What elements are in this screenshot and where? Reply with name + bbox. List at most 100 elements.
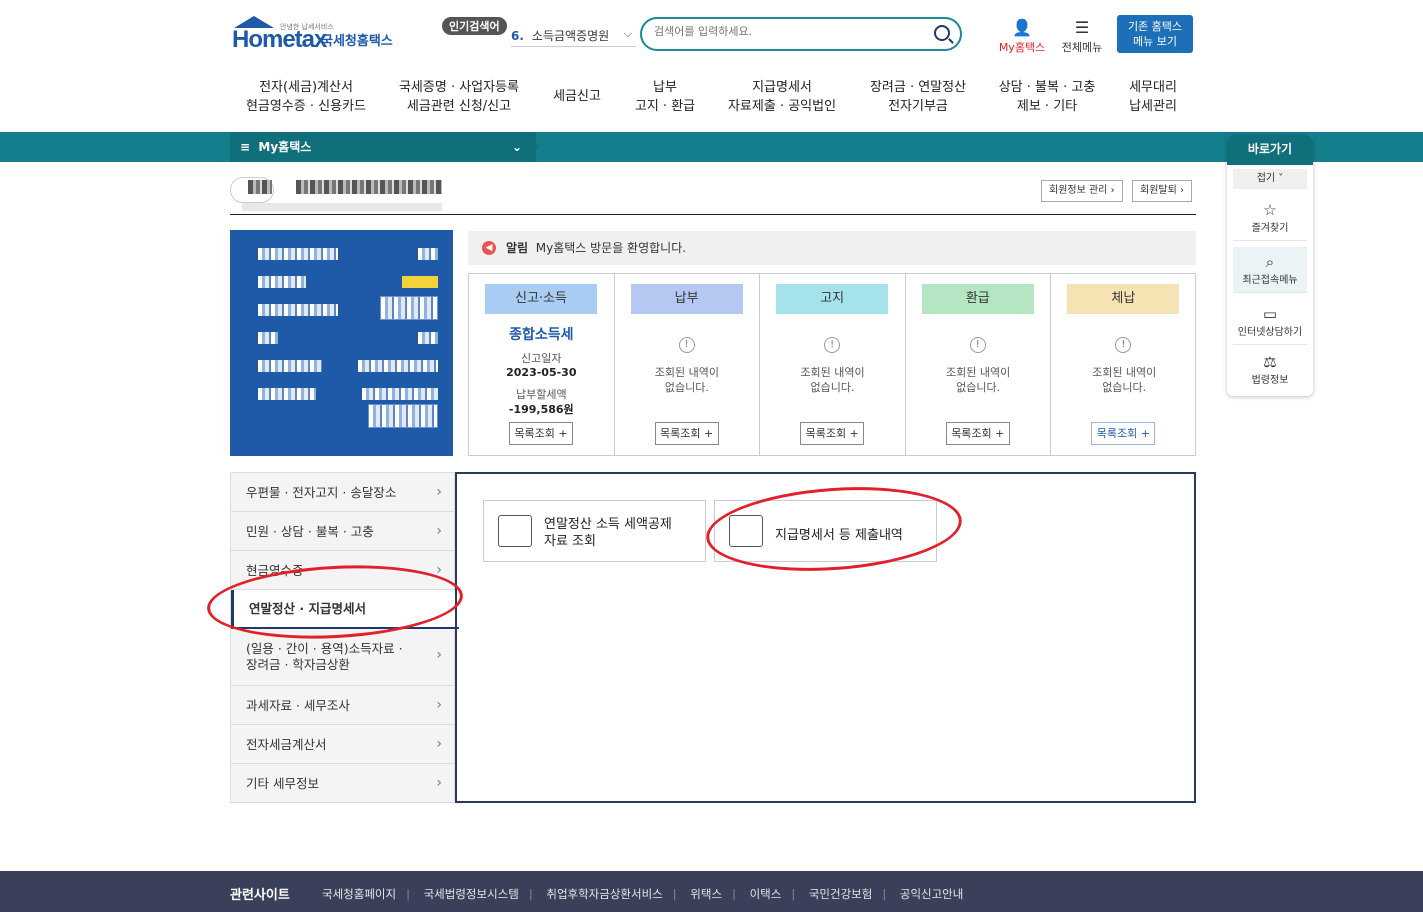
footer-separator: | [672, 887, 677, 901]
footer-title: 관련사이트 [230, 888, 290, 903]
search-box[interactable] [640, 17, 962, 51]
side-menu-item-mail[interactable]: 우편물 · 전자고지 · 송달장소 › [231, 473, 456, 512]
gnb-line2: 전자기부금 [888, 99, 948, 114]
blurred-button[interactable] [380, 296, 438, 320]
footer-link[interactable]: 공익신고안내 [900, 887, 963, 901]
old-hometax-line1: 기존 홈택스 [1127, 20, 1183, 33]
footer-link[interactable]: 국민건강보험 [809, 887, 872, 901]
quick-item-consult[interactable]: ▭ 인터넷상담하기 [1233, 299, 1307, 345]
side-menu-item-etc[interactable]: 기타 세무정보 › [231, 764, 456, 803]
amount-label: 납부할세액 [515, 388, 567, 401]
empty-msg-2: 없습니다. [810, 381, 855, 394]
location-label: My홈택스 [258, 140, 312, 154]
side-menu-label: 우편물 · 전자고지 · 송달장소 [246, 485, 397, 500]
gavel-icon: ⚖ [1263, 353, 1277, 371]
quick-links-panel: 바로가기 접기 ˅ ☆ 즐겨찾기 ⌕ 최근접속메뉴 ▭ 인터넷상담하기 ⚖ 법령정보 [1227, 135, 1313, 396]
tile-year-end-deduction[interactable]: 연말정산 소득 세액공제 자료 조회 [483, 500, 706, 562]
fold-button[interactable]: 접기 ˅ [1233, 169, 1307, 189]
user-profile-name [230, 175, 442, 213]
card-report: 신고·소득 종합소득세 신고일자 2023-05-30 납부할세액 -199,5… [469, 274, 615, 455]
empty-msg-1: 조회된 내역이 [945, 366, 1011, 379]
gnb-item-year-end[interactable]: 장려금 · 연말정산전자기부금 [862, 78, 974, 122]
old-hometax-menu-button[interactable]: 기존 홈택스 메뉴 보기 [1117, 15, 1193, 53]
footer-link[interactable]: 취업후학자금상환서비스 [546, 887, 662, 901]
old-hometax-line2: 메뉴 보기 [1133, 35, 1177, 48]
footer-separator: | [791, 887, 796, 901]
hamburger-icon: ☰ [1074, 18, 1090, 37]
blurred-name [248, 180, 272, 194]
side-menu-label: 장려금 · 학자금상환 [246, 657, 350, 672]
gnb-line2: 제보 · 기타 [1016, 99, 1078, 114]
footer-separator: | [732, 887, 736, 901]
blurred-value [362, 388, 438, 400]
logo-text: Hometax [232, 26, 327, 53]
blurred-value [418, 332, 438, 344]
quick-item-label: 즐겨찾기 [1251, 223, 1289, 234]
footer-link[interactable]: 위택스 [690, 887, 722, 901]
side-menu-item-e-invoice[interactable]: 전자세금계산서 › [231, 725, 456, 764]
menu-icon: ≡ [240, 140, 251, 154]
my-hometax-button[interactable]: 👤 My홈택스 [996, 17, 1048, 55]
recent-menu-icon: ⌕ [1265, 253, 1275, 271]
user-icon: 👤 [1012, 18, 1032, 37]
withdraw-label: 회원탈퇴 [1140, 185, 1177, 196]
info-icon: ! [1115, 337, 1132, 353]
info-icon: ! [969, 337, 986, 353]
card-refund: 환급 ! 조회된 내역이 없습니다. 목록조회 + [906, 274, 1052, 455]
gnb-line1: 국세증명 · 사업자등록 [398, 80, 520, 95]
list-view-button[interactable]: 목록조회 + [654, 422, 719, 445]
quick-item-law[interactable]: ⚖ 법령정보 [1233, 347, 1307, 393]
search-icon[interactable] [934, 25, 950, 41]
card-payment: 납부 ! 조회된 내역이 없습니다. 목록조회 + [615, 274, 761, 455]
date-label: 신고일자 [521, 352, 562, 365]
empty-msg-2: 없습니다. [664, 381, 709, 394]
popular-term-text: 소득금액증명원 [531, 29, 610, 43]
info-icon: ! [678, 337, 695, 353]
all-menu-button[interactable]: ☰ 전체메뉴 [1058, 17, 1106, 55]
gnb-line1: 전자(세금)계산서 [259, 80, 353, 95]
empty-msg-1: 조회된 내역이 [654, 366, 719, 379]
footer-separator: | [882, 887, 887, 901]
side-menu-item-audit[interactable]: 과세자료 · 세무조사 › [231, 686, 456, 725]
laptop-icon: ▭ [1262, 305, 1278, 323]
list-view-button[interactable]: 목록조회 + [509, 422, 573, 445]
gnb-item-consult[interactable]: 상담 · 불복 · 고충 제보 · 기타 [990, 78, 1104, 122]
footer-separator: | [406, 887, 410, 901]
member-info-button[interactable]: 회원정보 관리 › [1041, 180, 1123, 202]
list-view-button[interactable]: 목록조회 + [800, 422, 865, 445]
gnb-item-invoice[interactable]: 전자(세금)계산서 현금영수증 · 신용카드 [240, 78, 372, 122]
blurred-row [258, 248, 338, 260]
footer-link[interactable]: 이택스 [750, 887, 782, 901]
gnb-line1: 장려금 · 연말정산 [869, 80, 967, 95]
card-tax-type[interactable]: 종합소득세 [469, 324, 614, 344]
location-dropdown[interactable]: ≡ My홈택스 ⌄ [230, 132, 536, 162]
footer-links: 국세청홈페이지 | 국세법령정보시스템 | 취업후학자금상환서비스 | 위택스 | 이택… [322, 886, 973, 902]
card-arrears: 체납 ! 조회된 내역이 없습니다. 목록조회 + [1051, 274, 1197, 455]
gnb-item-tax-agent[interactable]: 세무대리 납세관리 [1116, 78, 1190, 122]
gnb-item-payment[interactable]: 납부 고지 · 환급 [626, 78, 704, 122]
blurred-row [258, 388, 316, 400]
list-view-button[interactable]: 목록조회 + [945, 422, 1010, 445]
gnb-line1: 세금신고 [553, 89, 601, 104]
card-title: 신고·소득 [485, 284, 597, 314]
side-menu-item-civil[interactable]: 민원 · 상담 · 불복 · 고충 › [231, 512, 456, 551]
quick-item-recent[interactable]: ⌕ 최근접속메뉴 [1233, 247, 1307, 293]
chevron-down-icon[interactable]: ⌵ [624, 27, 632, 41]
status-cards: 신고·소득 종합소득세 신고일자 2023-05-30 납부할세액 -199,5… [468, 273, 1196, 456]
gnb-item-payment-statement[interactable]: 지급명세서 자료제출 · 공익법인 [720, 78, 844, 122]
hometax-logo[interactable]: 안녕한 납세서비스 Hometax 국세청홈택스 [232, 14, 397, 54]
blurred-row [258, 276, 306, 288]
withdraw-button[interactable]: 회원탈퇴 › [1132, 180, 1192, 202]
blurred-button[interactable] [368, 404, 438, 428]
gnb-item-tax-report[interactable]: 세금신고 [544, 78, 610, 122]
search-input[interactable] [654, 25, 914, 38]
empty-msg-2: 없습니다. [956, 381, 1001, 394]
quick-item-favorites[interactable]: ☆ 즐겨찾기 [1233, 195, 1307, 241]
footer-link[interactable]: 국세법령정보시스템 [424, 887, 519, 901]
divider [230, 214, 1196, 215]
list-view-button[interactable]: 목록조회 + [1091, 422, 1156, 445]
gnb-line1: 세무대리 [1129, 80, 1177, 95]
footer-link[interactable]: 국세청홈페이지 [322, 887, 396, 901]
popular-search-term[interactable]: 6. 소득금액증명원 ⌵ [511, 27, 636, 47]
gnb-item-certificates[interactable]: 국세증명 · 사업자등록 세금관련 신청/신고 [390, 78, 528, 122]
